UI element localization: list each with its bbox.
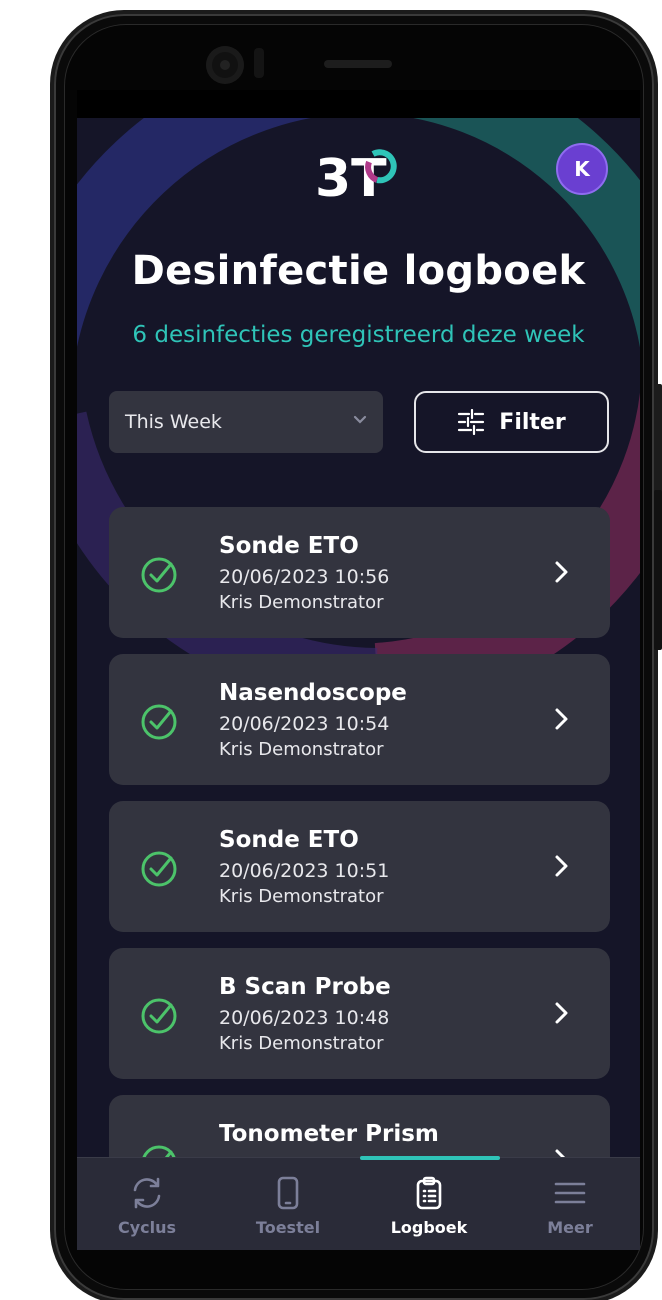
entry-device: B Scan Probe bbox=[219, 974, 391, 1000]
entry-user: Kris Demonstrator bbox=[219, 739, 384, 760]
nav-item-logboek[interactable]: Logboek bbox=[359, 1158, 499, 1250]
chevron-right-icon bbox=[555, 1002, 568, 1024]
nav-item-cyclus[interactable]: Cyclus bbox=[77, 1158, 217, 1250]
entry-datetime: 20/06/2023 10:48 bbox=[219, 1007, 390, 1029]
phone-side-button bbox=[654, 384, 662, 494]
chevron-right-icon bbox=[555, 561, 568, 583]
entry-device: Sonde ETO bbox=[219, 827, 359, 853]
nav-label: Cyclus bbox=[117, 1218, 177, 1237]
entry-device: Sonde ETO bbox=[219, 533, 359, 559]
phone-side-button bbox=[654, 490, 662, 650]
menu-icon bbox=[554, 1182, 586, 1204]
active-tab-indicator bbox=[360, 1156, 500, 1160]
chevron-right-icon bbox=[555, 708, 568, 730]
filter-label: Filter bbox=[499, 409, 566, 435]
bottom-navigation: Cyclus Toestel Logboek Meer bbox=[77, 1157, 640, 1250]
entry-datetime: 20/06/2023 10:54 bbox=[219, 713, 390, 735]
app-screen: 3T K Desinfectie logboek 6 desinfecties … bbox=[77, 90, 640, 1250]
check-circle-icon bbox=[141, 557, 177, 593]
list-item[interactable]: Sonde ETO 20/06/2023 10:56 Kris Demonstr… bbox=[109, 507, 610, 638]
entry-user: Kris Demonstrator bbox=[219, 592, 384, 613]
earpiece-speaker bbox=[324, 60, 392, 68]
filter-button[interactable]: Filter bbox=[414, 391, 609, 453]
clipboard-icon bbox=[416, 1176, 442, 1210]
entry-device: Tonometer Prism bbox=[219, 1121, 439, 1147]
entry-user: Kris Demonstrator bbox=[219, 886, 384, 907]
page-title: Desinfectie logboek bbox=[131, 248, 586, 294]
nav-label: Logboek bbox=[390, 1218, 468, 1237]
proximity-sensor bbox=[254, 48, 264, 78]
check-circle-icon bbox=[141, 851, 177, 887]
period-select[interactable]: This Week bbox=[109, 391, 383, 453]
check-circle-icon bbox=[141, 998, 177, 1034]
device-icon bbox=[277, 1176, 299, 1210]
3t-logo: 3T bbox=[315, 149, 397, 204]
check-circle-icon bbox=[141, 704, 177, 740]
chevron-down-icon bbox=[353, 415, 367, 424]
list-item[interactable]: B Scan Probe 20/06/2023 10:48 Kris Demon… bbox=[109, 948, 610, 1079]
nav-item-toestel[interactable]: Toestel bbox=[218, 1158, 358, 1250]
page-subtitle: 6 desinfecties geregistreerd deze week bbox=[132, 322, 585, 348]
list-item[interactable]: Nasendoscope 20/06/2023 10:54 Kris Demon… bbox=[109, 654, 610, 785]
user-avatar[interactable]: K bbox=[556, 143, 608, 195]
period-select-value: This Week bbox=[125, 411, 222, 433]
refresh-icon bbox=[133, 1177, 161, 1209]
sliders-icon bbox=[458, 409, 485, 435]
entry-datetime: 20/06/2023 10:56 bbox=[219, 566, 390, 588]
nav-label: Toestel bbox=[255, 1218, 321, 1237]
entry-device: Nasendoscope bbox=[219, 680, 407, 706]
list-item[interactable]: Sonde ETO 20/06/2023 10:51 Kris Demonstr… bbox=[109, 801, 610, 932]
status-bar bbox=[77, 90, 640, 118]
nav-label: Meer bbox=[547, 1218, 593, 1237]
front-camera bbox=[206, 46, 244, 84]
chevron-right-icon bbox=[555, 855, 568, 877]
nav-item-meer[interactable]: Meer bbox=[500, 1158, 640, 1250]
entry-user: Kris Demonstrator bbox=[219, 1033, 384, 1054]
entry-datetime: 20/06/2023 10:51 bbox=[219, 860, 390, 882]
